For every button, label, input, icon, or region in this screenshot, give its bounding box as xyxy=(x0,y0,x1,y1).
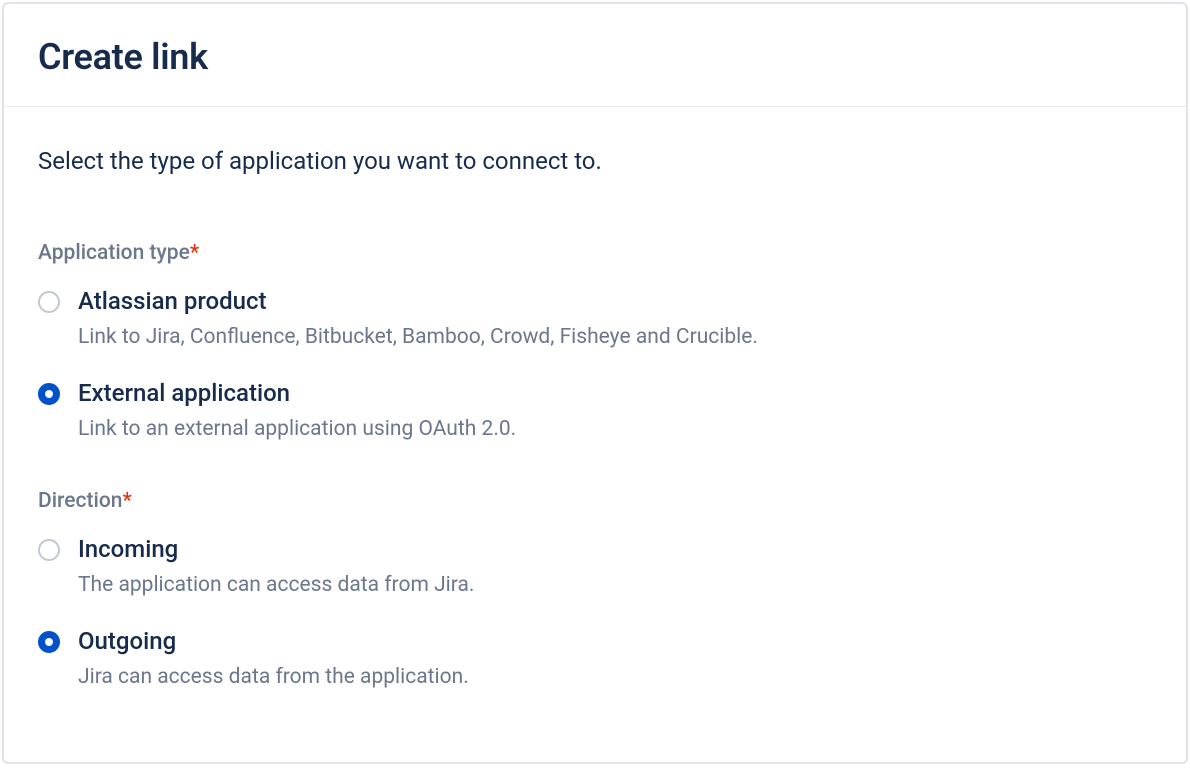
radio-description: Jira can access data from the applicatio… xyxy=(78,665,1152,689)
radio-input-atlassian-product[interactable] xyxy=(38,291,60,313)
create-link-modal: Create link Select the type of applicati… xyxy=(2,2,1188,764)
application-type-label: Application type* xyxy=(38,241,1152,265)
radio-input-external-application[interactable] xyxy=(38,383,60,405)
radio-option-outgoing[interactable]: Outgoing Jira can access data from the a… xyxy=(38,627,1152,689)
field-label-text: Direction xyxy=(38,489,122,513)
radio-description: Link to an external application using OA… xyxy=(78,417,1152,441)
required-asterisk: * xyxy=(122,489,131,513)
direction-label: Direction* xyxy=(38,489,1152,513)
radio-input-outgoing[interactable] xyxy=(38,631,60,653)
modal-header: Create link xyxy=(4,4,1186,107)
radio-content: Atlassian product Link to Jira, Confluen… xyxy=(78,287,1152,349)
radio-title[interactable]: Outgoing xyxy=(78,627,1152,655)
application-type-field: Application type* Atlassian product Link… xyxy=(38,241,1152,441)
radio-content: Outgoing Jira can access data from the a… xyxy=(78,627,1152,689)
radio-input-incoming[interactable] xyxy=(38,539,60,561)
modal-body: Select the type of application you want … xyxy=(4,107,1186,689)
radio-option-external-application[interactable]: External application Link to an external… xyxy=(38,379,1152,441)
radio-description: Link to Jira, Confluence, Bitbucket, Bam… xyxy=(78,325,1152,349)
instruction-text: Select the type of application you want … xyxy=(38,147,1152,175)
radio-content: Incoming The application can access data… xyxy=(78,535,1152,597)
radio-option-atlassian-product[interactable]: Atlassian product Link to Jira, Confluen… xyxy=(38,287,1152,349)
radio-content: External application Link to an external… xyxy=(78,379,1152,441)
required-asterisk: * xyxy=(190,241,199,265)
radio-description: The application can access data from Jir… xyxy=(78,573,1152,597)
radio-title[interactable]: Incoming xyxy=(78,535,1152,563)
direction-field: Direction* Incoming The application can … xyxy=(38,489,1152,689)
radio-option-incoming[interactable]: Incoming The application can access data… xyxy=(38,535,1152,597)
radio-title[interactable]: Atlassian product xyxy=(78,287,1152,315)
radio-title[interactable]: External application xyxy=(78,379,1152,407)
field-label-text: Application type xyxy=(38,241,190,265)
modal-title: Create link xyxy=(38,36,1152,78)
